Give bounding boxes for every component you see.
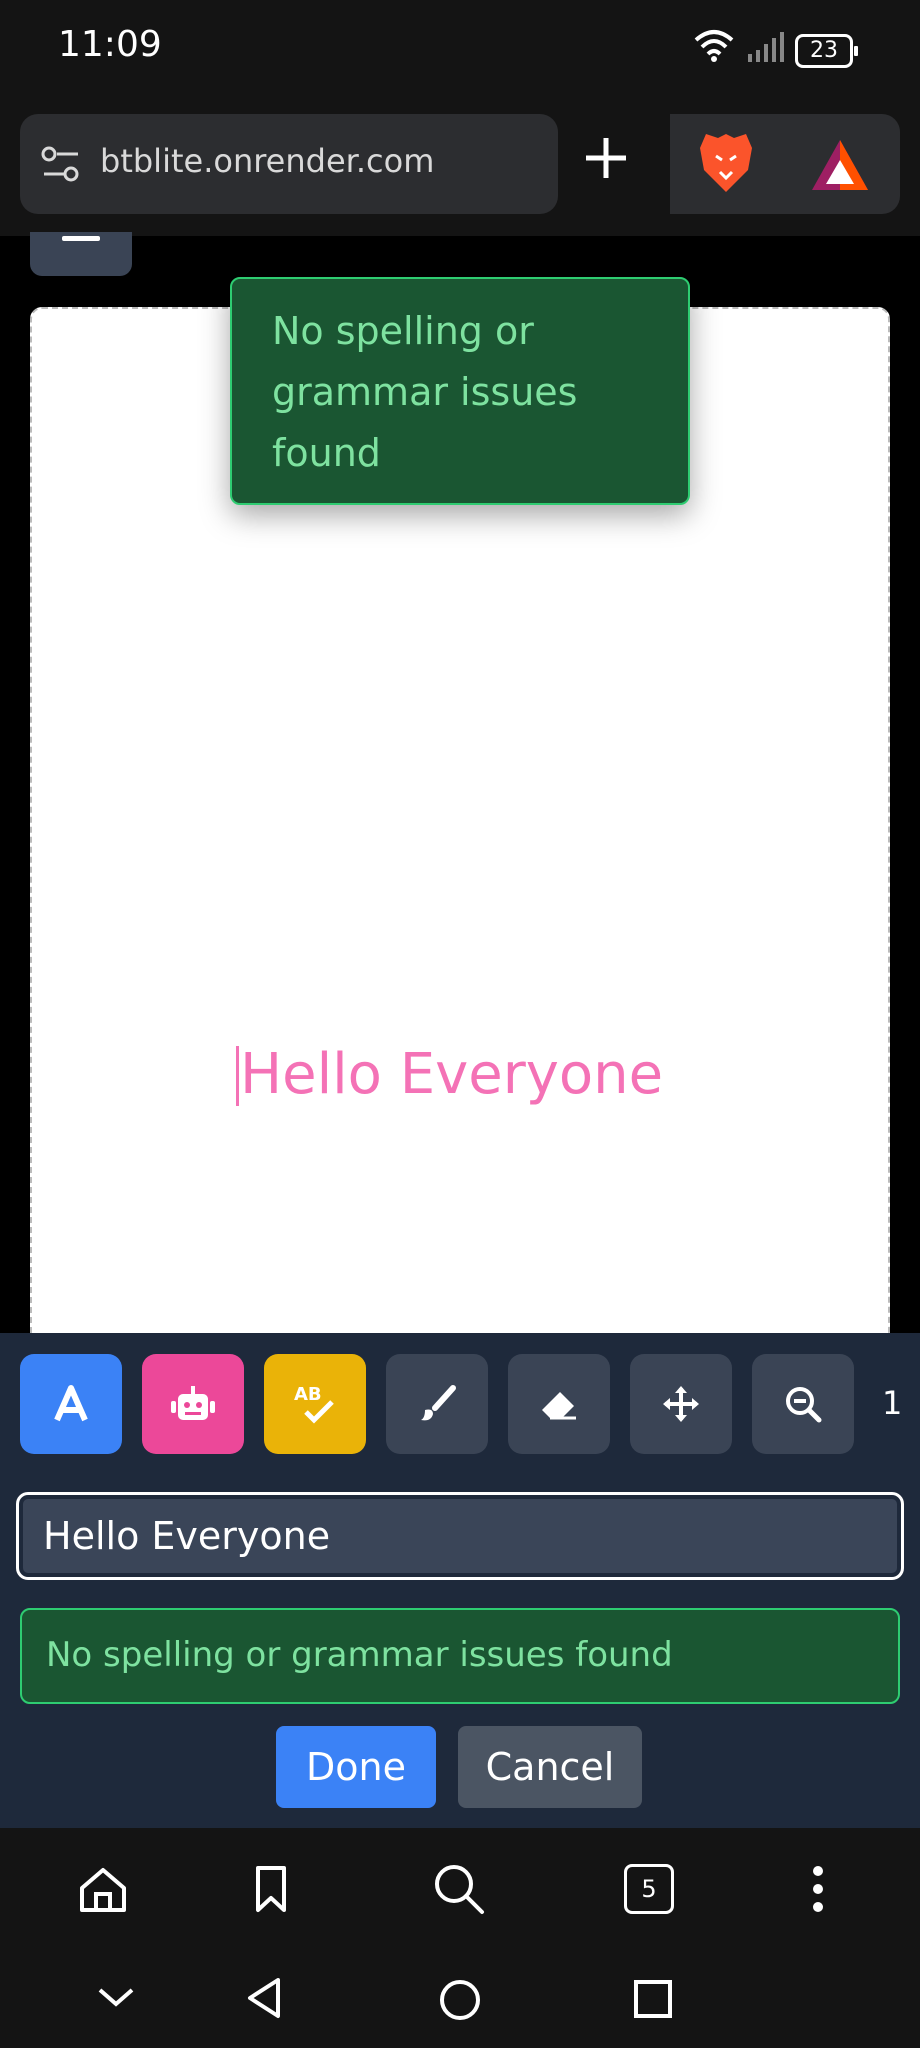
tab-count: 5 [641, 1875, 657, 1903]
spellcheck-icon: AB [294, 1384, 334, 1424]
home-icon[interactable] [78, 1866, 128, 1914]
spellcheck-status: No spelling or grammar issues found [20, 1608, 900, 1704]
move-icon [663, 1386, 699, 1422]
url-text[interactable]: btblite.onrender.com [100, 142, 434, 180]
bat-triangle-icon[interactable] [810, 138, 870, 192]
bookmark-icon[interactable] [254, 1864, 288, 1914]
back-icon[interactable] [244, 1976, 284, 2020]
ai-tool-button[interactable] [142, 1354, 244, 1454]
signal-icon [748, 32, 784, 62]
site-settings-icon[interactable] [40, 144, 82, 184]
robot-icon [171, 1386, 215, 1420]
zoom-out-tool-button[interactable] [752, 1354, 854, 1454]
letter-a-icon [54, 1385, 88, 1422]
recents-icon[interactable] [632, 1978, 674, 2020]
eraser-icon [542, 1392, 576, 1420]
text-input[interactable]: Hello Everyone [16, 1492, 904, 1580]
plus-icon[interactable] [578, 130, 634, 186]
more-icon[interactable] [808, 1864, 828, 1914]
eraser-tool-button[interactable] [508, 1354, 610, 1454]
svg-text:AB: AB [294, 1384, 322, 1405]
status-time: 11:09 [58, 24, 162, 65]
text-caret [236, 1046, 239, 1106]
cancel-button[interactable]: Cancel [458, 1726, 642, 1808]
brush-icon [421, 1385, 456, 1421]
brave-lion-icon[interactable] [698, 130, 754, 196]
menu-tab[interactable] [30, 232, 132, 276]
tool-overflow-label[interactable]: 1 [882, 1384, 902, 1422]
move-tool-button[interactable] [630, 1354, 732, 1454]
text-tool-button[interactable] [20, 1354, 122, 1454]
zoom-out-icon [786, 1387, 822, 1423]
spellcheck-toast: No spelling or grammar issues found [230, 277, 690, 505]
spellcheck-tool-button[interactable]: AB [264, 1354, 366, 1454]
search-icon[interactable] [432, 1862, 486, 1916]
chevron-down-icon[interactable] [96, 1986, 136, 2010]
wifi-icon [694, 30, 734, 62]
home-circle-icon[interactable] [438, 1978, 482, 2022]
battery-icon: 23 [795, 34, 858, 68]
canvas-text[interactable]: Hello Everyone [240, 1042, 663, 1107]
tabs-icon[interactable]: 5 [624, 1864, 674, 1914]
brush-tool-button[interactable] [386, 1354, 488, 1454]
done-button[interactable]: Done [276, 1726, 436, 1808]
